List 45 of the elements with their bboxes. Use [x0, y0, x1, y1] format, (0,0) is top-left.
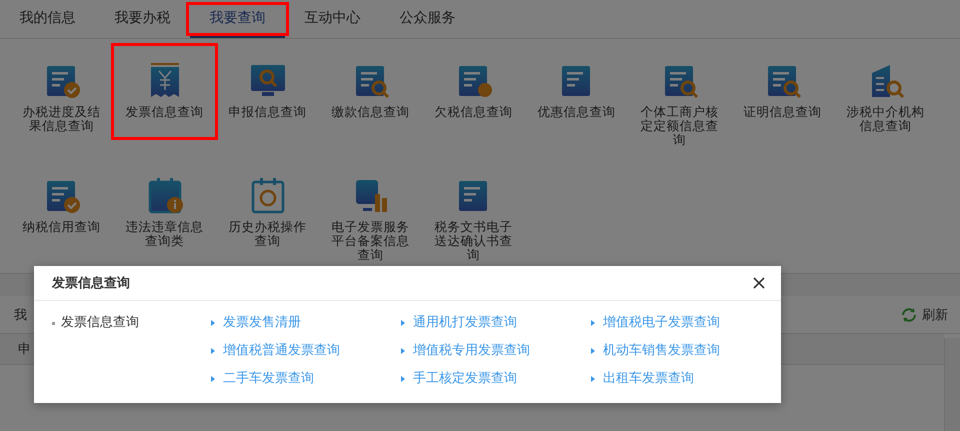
invoice-query-link[interactable]: 增值税电子发票查询 [603, 313, 720, 333]
query-item-label[interactable]: 证明信息查询 [742, 105, 824, 119]
invoice-query-link[interactable]: 出租车发票查询 [603, 369, 694, 389]
invoice-query-link[interactable]: 增值税普通发票查询 [223, 341, 340, 361]
query-item-label[interactable]: 涉税中介机构信息查询 [844, 105, 926, 133]
query-item-label[interactable]: 税务文书电子送达确认书查询 [432, 220, 514, 262]
nav-tab[interactable]: 互动中心 [285, 0, 380, 38]
triangle-icon [401, 348, 405, 354]
invoice-query-link[interactable]: 增值税专用发票查询 [413, 341, 530, 361]
invoice-query-link[interactable]: 手工核定发票查询 [413, 369, 517, 389]
query-item-label[interactable]: 违法违章信息查询类 [124, 220, 206, 248]
panel-title: 我 [14, 306, 27, 324]
invoice-query-link[interactable]: 通用机打发票查询 [413, 313, 517, 333]
triangle-icon [401, 320, 405, 326]
query-item-label[interactable]: 办税进度及结果信息查询 [20, 105, 102, 133]
query-item-label[interactable]: 欠税信息查询 [432, 105, 514, 119]
close-button[interactable] [753, 277, 765, 289]
query-item-label[interactable]: 发票信息查询 [124, 105, 206, 119]
nav-tab[interactable]: 公众服务 [380, 0, 475, 38]
triangle-icon [591, 320, 595, 326]
query-item-label[interactable]: 个体工商户核定定额信息查询 [638, 105, 720, 147]
nav-tab[interactable]: 我要办税 [95, 0, 190, 38]
query-item-label[interactable]: 历史办税操作查询 [226, 220, 308, 248]
query-item-label[interactable]: 申报信息查询 [226, 105, 308, 119]
query-item-label[interactable]: 纳税信用查询 [20, 220, 102, 234]
close-icon [753, 277, 765, 289]
triangle-icon [591, 376, 595, 382]
category-label: 发票信息查询 [52, 313, 211, 333]
invoice-query-link[interactable]: 机动车销售发票查询 [603, 341, 720, 361]
column-header: 申 [18, 341, 31, 358]
query-item-label[interactable]: 优惠信息查询 [536, 105, 618, 119]
query-item-label[interactable]: 电子发票服务平台备案信息查询 [330, 220, 412, 262]
nav-tab[interactable]: 我的信息 [0, 0, 95, 38]
triangle-icon [401, 376, 405, 382]
query-item-label[interactable]: 缴款信息查询 [330, 105, 412, 119]
modal-title: 发票信息查询 [52, 275, 130, 292]
triangle-icon [211, 376, 215, 382]
triangle-icon [591, 348, 595, 354]
triangle-icon [211, 348, 215, 354]
refresh-icon [900, 306, 918, 324]
nav-tab[interactable]: 我要查询 [190, 0, 285, 38]
triangle-icon [211, 320, 215, 326]
invoice-query-link[interactable]: 二手车发票查询 [223, 369, 314, 389]
refresh-button[interactable]: 刷新 [900, 306, 948, 324]
invoice-query-link[interactable]: 发票发售清册 [223, 313, 301, 333]
